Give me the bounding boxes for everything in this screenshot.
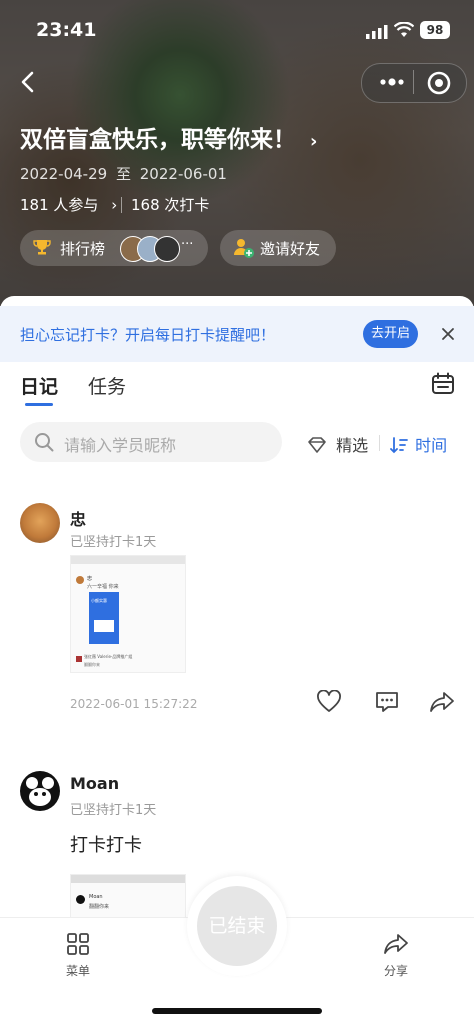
ranking-label: 排行榜 <box>60 240 106 258</box>
diamond-icon <box>308 437 326 453</box>
share-button[interactable]: 分享 <box>369 932 423 992</box>
target-circle-icon <box>427 71 451 95</box>
add-user-icon <box>232 237 254 263</box>
time-label: 时间 <box>415 436 448 455</box>
avatar[interactable] <box>20 771 60 811</box>
invite-label: 邀请好友 <box>260 240 321 258</box>
reminder-text: 担心忘记打卡？开启每日打卡提醒吧！ <box>20 326 276 344</box>
thumb-caption: 六一辛福 你来 <box>87 584 119 590</box>
date-separator: 至 <box>115 165 131 183</box>
thumb-poster: 小额实惠 <box>89 592 119 644</box>
ended-button[interactable]: 已结束 <box>197 886 277 966</box>
thumb-comment-2: 翻翻你来 <box>84 662 100 667</box>
thumb-comment: 张红薇 Valerie-品牌推广组 <box>84 654 133 659</box>
capsule-divider <box>413 70 414 94</box>
post-text: 打卡打卡 <box>70 835 142 856</box>
enable-reminder-button[interactable]: 去开启 <box>363 320 418 348</box>
menu-label: 菜单 <box>65 964 90 978</box>
sort-icon <box>390 437 408 454</box>
thumb-name: Moan <box>89 894 103 900</box>
calendar-icon <box>432 372 454 394</box>
date-start: 2022-04-29 <box>20 165 108 183</box>
more-dots-icon <box>380 78 404 86</box>
avatar[interactable] <box>20 503 60 543</box>
chevron-right-icon: › <box>111 196 118 214</box>
chevron-left-icon <box>21 71 34 93</box>
share-post-button[interactable] <box>429 690 455 718</box>
more-button[interactable] <box>372 69 412 95</box>
wifi-icon <box>393 21 415 42</box>
search-icon <box>34 432 54 456</box>
grid-icon <box>67 933 89 955</box>
checkin-count: 168 次打卡 <box>131 196 210 214</box>
participants-count: 181 人参与 <box>20 196 99 214</box>
ranking-avatar <box>154 236 180 262</box>
invite-friends-button[interactable]: 邀请好友 <box>220 230 336 266</box>
close-icon <box>442 328 454 340</box>
tab-diary[interactable]: 日记 <box>20 372 58 399</box>
menu-button[interactable]: 菜单 <box>60 932 96 992</box>
close-miniprogram-button[interactable] <box>425 69 453 97</box>
featured-filter[interactable]: 精选 <box>307 432 368 456</box>
trophy-icon <box>33 238 51 260</box>
participants-link[interactable]: 181 人参与 › <box>20 194 117 215</box>
home-indicator <box>152 1008 322 1014</box>
ranking-button[interactable]: 排行榜 ··· <box>20 230 208 266</box>
tab-tasks[interactable]: 任务 <box>88 372 126 399</box>
post-timestamp: 2022-06-01 15:27:22 <box>70 697 198 711</box>
more-dots-icon: ··· <box>181 237 194 252</box>
back-button[interactable] <box>14 68 42 96</box>
search-input[interactable]: 请输入学员昵称 <box>64 432 176 456</box>
share-label: 分享 <box>383 964 408 978</box>
thumb-name: 忠 <box>87 576 93 582</box>
share-icon <box>430 692 454 712</box>
active-tab-indicator <box>25 403 53 406</box>
comment-button[interactable] <box>374 690 400 718</box>
heart-icon <box>317 689 341 712</box>
page-title-text: 双倍盲盒快乐，职等你来！ <box>20 127 296 153</box>
post-streak: 已坚持打卡1天 <box>70 535 157 550</box>
thumb-caption: 翻翻你来 <box>89 904 110 910</box>
comment-icon <box>376 692 398 712</box>
page-title[interactable]: 双倍盲盒快乐，职等你来！ › <box>20 120 317 154</box>
post-image[interactable]: 忠 六一辛福 你来 小额实惠 张红薇 Valerie-品牌推广组 翻翻你来 <box>70 555 186 673</box>
like-button[interactable] <box>316 689 342 718</box>
stats-divider <box>121 197 122 213</box>
close-reminder-button[interactable] <box>440 326 456 346</box>
chevron-right-icon: › <box>310 131 318 152</box>
featured-label: 精选 <box>336 436 369 455</box>
post-author[interactable]: 忠 <box>70 506 86 530</box>
date-range: 2022-04-29 至 2022-06-01 <box>20 163 227 184</box>
date-end: 2022-06-01 <box>139 165 227 183</box>
post-streak: 已坚持打卡1天 <box>70 803 157 818</box>
calendar-button[interactable] <box>431 372 455 400</box>
signal-icon <box>366 24 388 43</box>
battery-indicator: 98 <box>420 21 450 39</box>
time-sort[interactable]: 时间 <box>390 432 447 456</box>
post-author[interactable]: Moan <box>70 774 119 793</box>
thumb-poster-title: 小额实惠 <box>91 598 107 603</box>
filter-divider <box>379 435 380 451</box>
status-time: 23:41 <box>36 19 97 41</box>
share-icon <box>384 934 408 954</box>
